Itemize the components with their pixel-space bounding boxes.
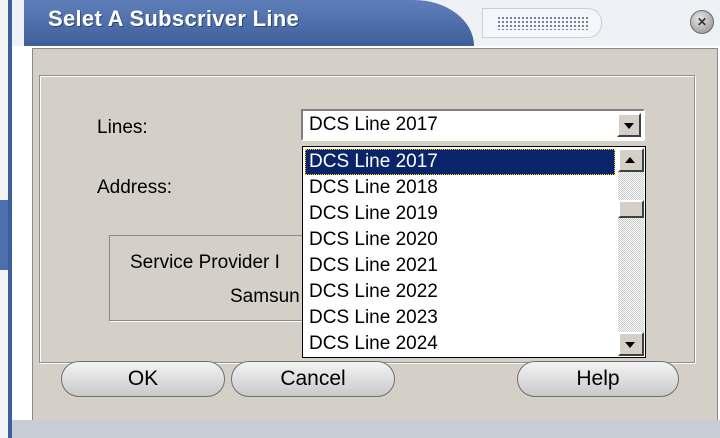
dropdown-item[interactable]: DCS Line 2021 bbox=[305, 253, 615, 279]
combobox-dropdown-button[interactable] bbox=[617, 113, 641, 137]
service-provider-label: Service Provider I bbox=[130, 252, 280, 273]
scroll-up-button[interactable] bbox=[618, 148, 644, 172]
dropdown-scrollbar[interactable] bbox=[618, 148, 644, 356]
help-button[interactable]: Help bbox=[517, 361, 679, 397]
dropdown-item[interactable]: DCS Line 2018 bbox=[305, 175, 615, 201]
cancel-button[interactable]: Cancel bbox=[231, 361, 395, 397]
arrow-down-icon bbox=[625, 342, 635, 348]
close-icon: ✕ bbox=[696, 15, 708, 29]
dropdown-item[interactable]: DCS Line 2017 bbox=[305, 149, 615, 175]
lines-combobox[interactable]: DCS Line 2017 bbox=[301, 109, 645, 141]
grip-dots-icon bbox=[497, 16, 589, 30]
dropdown-item[interactable]: DCS Line 2019 bbox=[305, 201, 615, 227]
window-left-edge bbox=[0, 0, 12, 438]
dropdown-item[interactable]: DCS Line 2023 bbox=[305, 305, 615, 331]
window-bottom-edge bbox=[12, 420, 720, 438]
ok-button[interactable]: OK bbox=[61, 361, 225, 397]
drag-grip[interactable] bbox=[482, 8, 602, 38]
window-title: Selet A Subscriver Line bbox=[48, 6, 300, 31]
service-provider-name: Samsun bbox=[230, 286, 300, 307]
chevron-down-icon bbox=[624, 123, 634, 129]
lines-combobox-value: DCS Line 2017 bbox=[309, 114, 438, 135]
lines-dropdown-list[interactable]: DCS Line 2017 DCS Line 2018 DCS Line 201… bbox=[302, 146, 646, 358]
dropdown-item[interactable]: DCS Line 2022 bbox=[305, 279, 615, 305]
lines-label: Lines: bbox=[97, 117, 148, 138]
scroll-thumb[interactable] bbox=[618, 200, 644, 218]
title-bar[interactable]: Selet A Subscriver Line ✕ bbox=[12, 0, 720, 46]
dialog-window: Selet A Subscriver Line ✕ Lines: Address… bbox=[0, 0, 720, 438]
scroll-down-button[interactable] bbox=[618, 332, 644, 356]
address-label: Address: bbox=[97, 177, 172, 198]
arrow-up-icon bbox=[625, 157, 635, 163]
close-button[interactable]: ✕ bbox=[690, 10, 714, 34]
dropdown-item[interactable]: DCS Line 2020 bbox=[305, 227, 615, 253]
dropdown-item[interactable]: DCS Line 2024 bbox=[305, 331, 615, 357]
